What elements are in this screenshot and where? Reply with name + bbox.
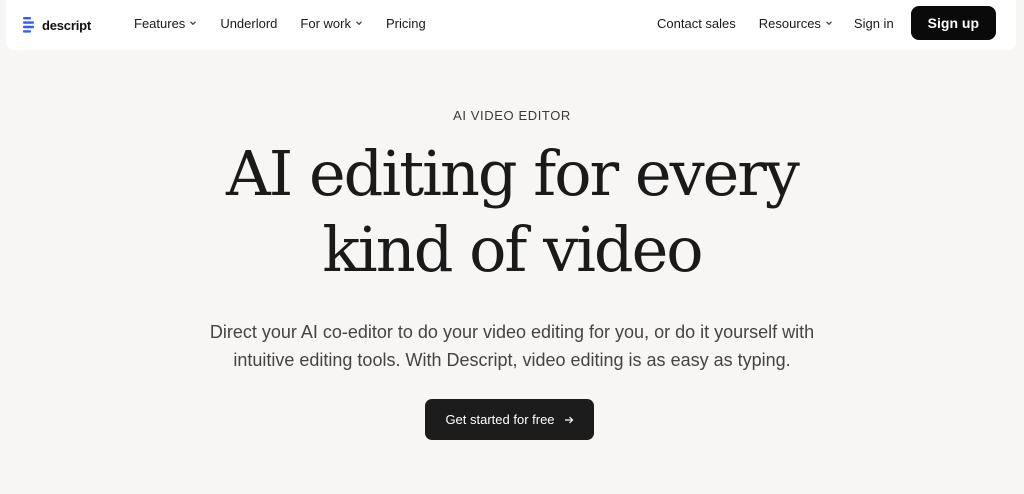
contact-sales-link[interactable]: Contact sales [657,16,736,31]
nav-item-resources[interactable]: Resources [759,16,833,31]
nav-actions: Contact sales Resources Sign in Sign up [657,0,996,46]
chevron-down-icon [355,20,363,26]
subtitle-line: intuitive editing tools. With Descript, … [233,350,791,370]
nav-item-features[interactable]: Features [134,16,197,31]
sign-in-link[interactable]: Sign in [854,16,894,31]
nav-item-pricing[interactable]: Pricing [386,16,426,31]
nav-item-underlord[interactable]: Underlord [220,16,277,31]
hero-headline: AI editing for every kind of video [0,136,1024,288]
nav-item-label: Resources [758,15,821,31]
headline-line: kind of video [322,213,703,286]
cta-label: Get started for free [445,412,555,427]
brand-logo[interactable]: descript [23,15,91,35]
primary-nav: Features Underlord For work Pricing [134,0,426,46]
brand-name: descript [42,17,91,33]
chevron-down-icon [825,20,833,26]
descript-logo-icon [23,17,37,33]
arrow-right-icon [564,415,574,425]
subtitle-line: Direct your AI co-editor to do your vide… [209,322,815,342]
sign-up-button[interactable]: Sign up [910,6,996,40]
chevron-down-icon [189,20,197,26]
nav-item-label: For work [300,15,351,31]
nav-item-label: Underlord [220,15,278,31]
hero-eyebrow: AI VIDEO EDITOR [453,108,571,123]
hero-subtitle: Direct your AI co-editor to do your vide… [0,318,1024,374]
get-started-button[interactable]: Get started for free [425,399,594,440]
headline-line: AI editing for every [226,137,800,210]
nav-item-label: Features [134,15,186,31]
nav-item-label: Pricing [385,15,426,31]
nav-item-for-work[interactable]: For work [300,16,363,31]
top-nav: descript Features Underlord For work Pri… [6,0,1016,50]
